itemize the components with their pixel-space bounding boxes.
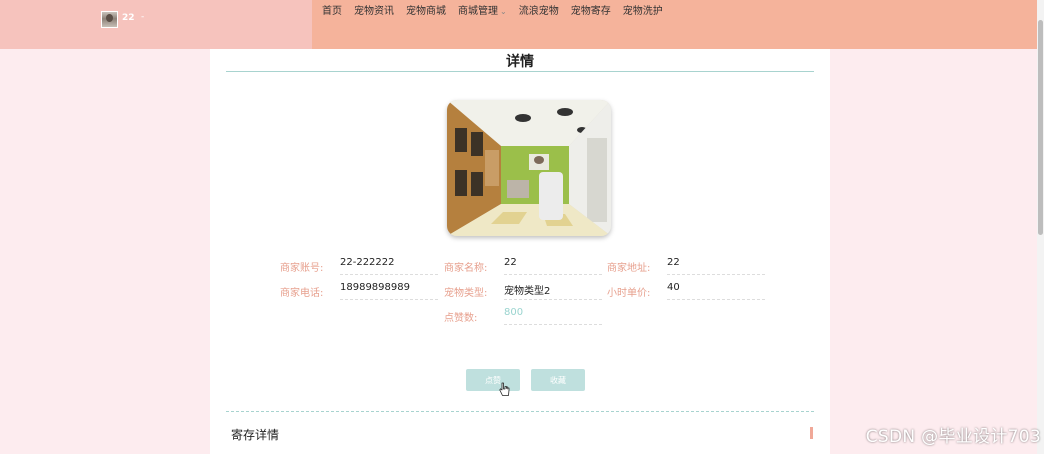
- detail-panel: 详情 商家账号: 22-222222 商家名称: 22 商家地址: 22 商家电…: [210, 49, 830, 454]
- hourly-price-value: 40: [667, 282, 765, 300]
- nav-item-mall-management-label: 商城管理: [458, 6, 498, 17]
- nav-item-home[interactable]: 首页: [322, 2, 342, 17]
- shop-interior-image: [447, 100, 611, 236]
- field-pet-type: 宠物类型: 宠物类型2: [444, 278, 604, 300]
- merchant-name-value: 22: [504, 257, 602, 275]
- merchant-account-label: 商家账号:: [280, 263, 324, 274]
- username[interactable]: 22: [122, 13, 135, 23]
- nav-item-pet-mall[interactable]: 宠物商城: [406, 2, 446, 17]
- field-merchant-phone: 商家电话: 18989898989: [280, 278, 440, 300]
- field-merchant-name: 商家名称: 22: [444, 253, 604, 275]
- merchant-address-value: 22: [667, 257, 765, 275]
- hand-cursor-icon: [499, 382, 510, 396]
- shop-photo: [447, 100, 611, 236]
- merchant-account-value: 22-222222: [340, 257, 438, 275]
- page-scrollbar[interactable]: [1037, 0, 1044, 454]
- nav-item-pet-grooming[interactable]: 宠物洗护: [623, 2, 663, 17]
- nav-item-pet-news[interactable]: 宠物资讯: [354, 2, 394, 17]
- chevron-down-icon: ⌄: [500, 7, 507, 16]
- header-user-area: 22 -: [0, 0, 312, 49]
- likes-value: 800: [504, 307, 602, 325]
- nav-item-mall-management[interactable]: 商城管理 ⌄: [458, 2, 507, 17]
- merchant-address-label: 商家地址:: [607, 263, 651, 274]
- merchant-phone-value: 18989898989: [340, 282, 438, 300]
- watermark: CSDN @毕业设计703: [865, 427, 1041, 447]
- section-marker: [810, 427, 813, 439]
- field-likes: 点赞数: 800: [444, 303, 604, 325]
- hourly-price-label: 小时单价:: [607, 288, 651, 299]
- likes-label: 点赞数:: [444, 313, 478, 324]
- merchant-phone-label: 商家电话:: [280, 288, 324, 299]
- section-title-boarding-detail: 寄存详情: [231, 428, 280, 442]
- field-merchant-address: 商家地址: 22: [607, 253, 767, 275]
- user-avatar[interactable]: [101, 11, 118, 28]
- main-nav: 首页 宠物资讯 宠物商城 商城管理 ⌄ 流浪宠物 宠物寄存 宠物洗护: [322, 2, 675, 17]
- field-hourly-price: 小时单价: 40: [607, 278, 767, 300]
- top-header: 22 - 首页 宠物资讯 宠物商城 商城管理 ⌄ 流浪宠物 宠物寄存 宠物洗护: [0, 0, 1044, 49]
- scrollbar-thumb[interactable]: [1038, 20, 1043, 235]
- merchant-name-label: 商家名称:: [444, 263, 488, 274]
- user-menu-caret[interactable]: -: [141, 12, 144, 22]
- page-title: 详情: [506, 54, 534, 70]
- like-button[interactable]: 点赞: [466, 369, 520, 391]
- pet-type-value: 宠物类型2: [504, 282, 602, 300]
- pet-type-label: 宠物类型:: [444, 288, 488, 299]
- title-divider: [226, 71, 814, 72]
- field-merchant-account: 商家账号: 22-222222: [280, 253, 440, 275]
- nav-item-stray-pets[interactable]: 流浪宠物: [519, 2, 559, 17]
- nav-item-pet-boarding[interactable]: 宠物寄存: [571, 2, 611, 17]
- favorite-button[interactable]: 收藏: [531, 369, 585, 391]
- section-divider: [226, 411, 814, 412]
- header-nav-area: 首页 宠物资讯 宠物商城 商城管理 ⌄ 流浪宠物 宠物寄存 宠物洗护: [312, 0, 1044, 49]
